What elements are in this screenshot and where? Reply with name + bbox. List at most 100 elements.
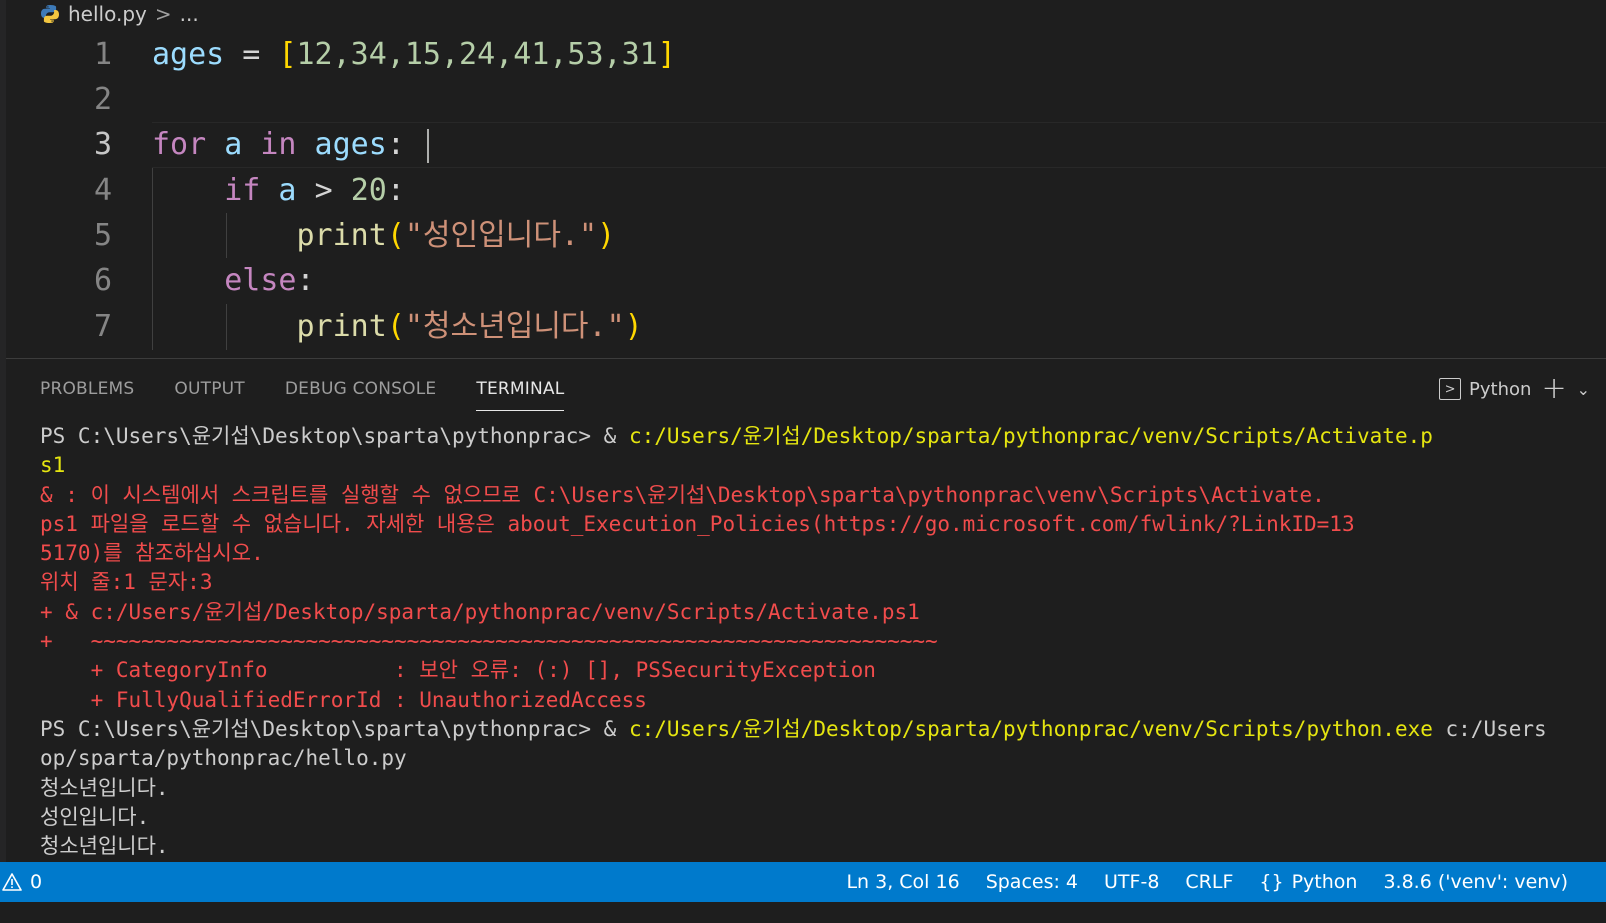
token-variable: a: [206, 127, 261, 162]
tab-problems[interactable]: PROBLEMS: [40, 372, 134, 410]
token-string: "청소년입니다.": [404, 309, 625, 344]
terminal-command: c:/Users/윤기섭/Desktop/sparta/pythonprac/v…: [628, 716, 1433, 741]
warnings-count: 0: [30, 871, 43, 893]
token-colon: :: [296, 263, 315, 298]
code-text: ages = [12,34,15,24,41,53,31]: [152, 32, 676, 78]
cursor-position[interactable]: Ln 3, Col 16: [846, 871, 959, 893]
code-line-5[interactable]: 5 print("성인입니다."): [6, 213, 1606, 259]
token-colon: :: [386, 127, 405, 162]
terminal-line: PS C:\Users\윤기섭\Desktop\sparta\pythonpra…: [40, 422, 1606, 451]
token-bracket: ): [624, 309, 643, 344]
problems-status[interactable]: 0: [2, 871, 42, 893]
token-keyword: for: [152, 127, 207, 162]
terminal-output-line: 성인입니다.: [40, 804, 150, 829]
token-bracket: ]: [657, 37, 676, 72]
status-left: 0: [0, 862, 42, 902]
terminal-error-line: + FullyQualifiedErrorId : UnauthorizedAc…: [40, 687, 647, 712]
code-editor[interactable]: 1 ages = [12,34,15,24,41,53,31] 2 3 for …: [6, 32, 1606, 358]
token-colon: :: [386, 173, 405, 208]
token-bracket: (: [386, 218, 405, 253]
terminal-error-line: ps1 파일을 로드할 수 없습니다. 자세한 내용은 about_Execut…: [40, 511, 1355, 536]
terminal-error-line: 5170)를 참조하십시오.: [40, 541, 264, 566]
language-label: Python: [1291, 871, 1358, 893]
token-number: 20: [350, 173, 387, 208]
terminal-icon: >: [1439, 378, 1462, 400]
terminal-output[interactable]: PS C:\Users\윤기섭\Desktop\sparta\pythonpra…: [40, 422, 1606, 862]
breadcrumb-separator: >: [154, 2, 172, 26]
token-bracket: ): [597, 218, 616, 253]
code-text: if a > 20:: [152, 168, 405, 214]
token-function: print: [296, 309, 387, 344]
terminal-line: PS C:\Users\윤기섭\Desktop\sparta\pythonpra…: [40, 715, 1606, 744]
terminal-prompt: PS C:\Users\윤기섭\Desktop\sparta\pythonpra…: [40, 424, 629, 448]
terminal-error-line: & : 이 시스템에서 스크립트를 실행할 수 없으므로 C:\Users\윤기…: [40, 482, 1325, 507]
line-number: 7: [93, 309, 112, 344]
line-number: 5: [93, 218, 112, 253]
code-line-2[interactable]: 2: [6, 77, 1606, 123]
panel-actions: > Python + ⌄: [1439, 372, 1590, 406]
token-variable: ages: [296, 127, 387, 162]
code-line-6[interactable]: 6 else:: [6, 258, 1606, 304]
text-cursor: [426, 128, 429, 163]
token-operator: =: [224, 37, 279, 72]
terminal-profile-label: Python: [1469, 378, 1532, 400]
encoding-status[interactable]: UTF-8: [1104, 871, 1159, 893]
code-text: print("성인입니다."): [152, 213, 616, 259]
code-line-7[interactable]: 7 print("청소년입니다."): [6, 304, 1606, 350]
token-variable: ages: [152, 37, 225, 72]
breadcrumb-file[interactable]: hello.py: [68, 2, 147, 26]
terminal-prompt: PS C:\Users\윤기섭\Desktop\sparta\pythonpra…: [40, 716, 629, 741]
token-numbers: 12,34,15,24,41,53,31: [296, 37, 658, 72]
terminal-error-line: + CategoryInfo : 보안 오류: (:) [], PSSecuri…: [40, 658, 876, 683]
terminal-error-line: 위치 줄:1 문자:3: [40, 570, 213, 595]
token-keyword: else: [224, 263, 297, 298]
chevron-down-icon[interactable]: ⌄: [1577, 380, 1590, 399]
terminal-error-line: + & c:/Users/윤기섭/Desktop/sparta/pythonpr…: [40, 599, 920, 624]
line-number: 4: [93, 173, 112, 208]
indent-guide: [226, 213, 227, 258]
plus-icon[interactable]: +: [1541, 374, 1566, 404]
terminal-error-line: + ~~~~~~~~~~~~~~~~~~~~~~~~~~~~~~~~~~~~~~…: [40, 629, 938, 654]
terminal-line: s1: [40, 453, 66, 478]
code-line-1[interactable]: 1 ages = [12,34,15,24,41,53,31]: [6, 32, 1606, 78]
window-bottom-edge: [0, 902, 1606, 923]
breadcrumb-more[interactable]: ...: [180, 2, 199, 26]
language-mode[interactable]: {} Python: [1259, 871, 1357, 893]
panel-divider[interactable]: [6, 358, 1606, 359]
status-right: Ln 3, Col 16 Spaces: 4 UTF-8 CRLF {} Pyt…: [846, 862, 1568, 902]
interpreter-selector[interactable]: 3.8.6 ('venv': venv): [1383, 871, 1568, 893]
terminal-command: c:/Users/윤기섭/Desktop/sparta/pythonprac/v…: [628, 424, 1433, 448]
token-bracket: [: [278, 37, 297, 72]
indentation-status[interactable]: Spaces: 4: [986, 871, 1078, 893]
terminal-argument: c:/Users: [1432, 716, 1547, 741]
terminal-output-line: 청소년입니다.: [40, 775, 169, 800]
terminal-profile-selector[interactable]: > Python: [1439, 378, 1531, 400]
breadcrumb: hello.py > ...: [40, 0, 199, 28]
token-function: print: [296, 218, 387, 253]
line-number: 6: [93, 263, 112, 298]
tab-output[interactable]: OUTPUT: [174, 372, 245, 410]
indent-guide: [152, 168, 153, 350]
tab-debug-console[interactable]: DEBUG CONSOLE: [285, 372, 436, 410]
token-string: "성인입니다.": [404, 218, 598, 253]
line-number: 3: [93, 127, 112, 162]
token-variable: a: [260, 173, 315, 208]
code-line-3[interactable]: 3 for a in ages:: [6, 122, 1606, 168]
code-line-4[interactable]: 4 if a > 20:: [6, 168, 1606, 214]
indent-guide: [226, 304, 227, 350]
braces-icon: {}: [1259, 871, 1284, 893]
code-text: for a in ages:: [152, 122, 429, 168]
panel-tab-bar: PROBLEMS OUTPUT DEBUG CONSOLE TERMINAL: [40, 372, 565, 412]
eol-status[interactable]: CRLF: [1185, 871, 1233, 893]
warning-icon: [2, 873, 22, 891]
tab-terminal[interactable]: TERMINAL: [476, 372, 565, 411]
line-number: 2: [93, 82, 112, 117]
terminal-output-line: 청소년입니다.: [40, 834, 169, 859]
status-bar: 0 Ln 3, Col 16 Spaces: 4 UTF-8 CRLF {} P…: [0, 862, 1606, 902]
python-file-icon: [41, 5, 59, 23]
code-text: else:: [152, 258, 315, 304]
token-bracket: (: [386, 309, 405, 344]
line-number: 1: [93, 37, 112, 72]
terminal-line: op/sparta/pythonprac/hello.py: [40, 746, 407, 771]
token-keyword: in: [260, 127, 297, 162]
